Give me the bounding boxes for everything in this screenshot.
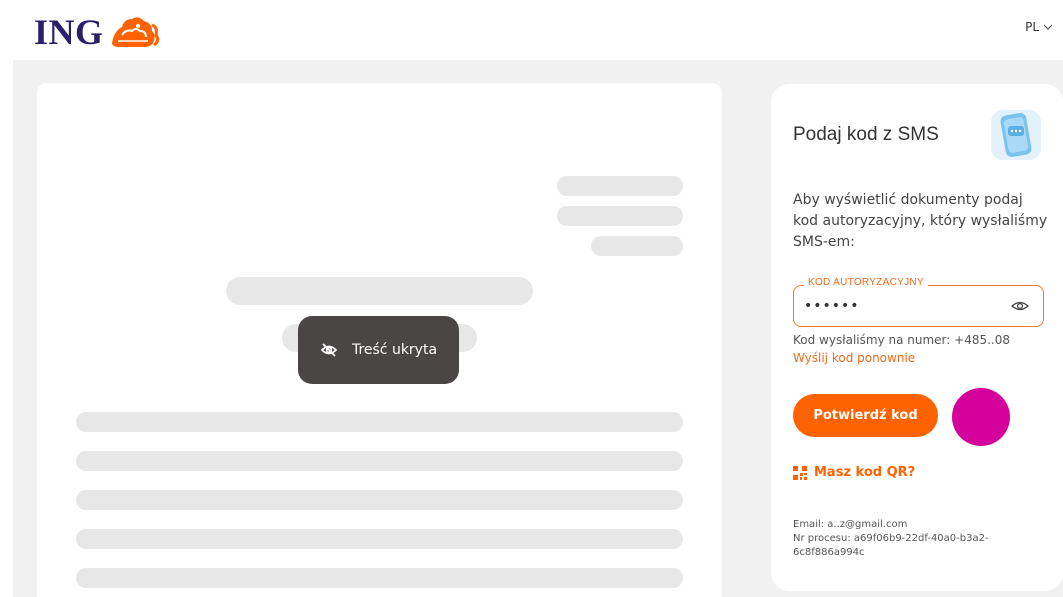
language-selector[interactable]: PL xyxy=(1025,20,1053,34)
show-password-eye-icon[interactable] xyxy=(1011,298,1029,314)
sent-to-number: Kod wysłaliśmy na numer: +485..08 xyxy=(793,333,1010,347)
chevron-down-icon xyxy=(1043,24,1053,30)
top-header: ING PL xyxy=(0,0,1063,60)
sms-code-panel: Podaj kod z SMS Aby wyświetlić dokumenty… xyxy=(771,84,1063,591)
placeholder-line xyxy=(76,451,683,471)
placeholder-line xyxy=(76,529,683,549)
eye-off-icon xyxy=(320,343,338,357)
authorization-code-input[interactable] xyxy=(804,297,994,315)
placeholder-line xyxy=(226,277,533,305)
panel-description: Aby wyświetlić dokumenty podaj kod autor… xyxy=(793,192,1048,250)
qr-code-label: Masz kod QR? xyxy=(814,465,916,480)
confirm-code-button[interactable]: Potwierdź kod xyxy=(793,394,938,437)
resend-code-link[interactable]: Wyślij kod ponownie xyxy=(793,351,915,365)
qr-code-link[interactable]: Masz kod QR? xyxy=(793,465,915,480)
field-label: KOD AUTORYZACYJNY xyxy=(804,277,928,288)
lion-logo-icon xyxy=(111,17,159,47)
language-label: PL xyxy=(1025,20,1039,34)
hidden-content-badge: Treść ukryta xyxy=(298,316,459,384)
process-id: Nr procesu: a69f06b9-22df-40a0-b3a2-6c8f… xyxy=(793,533,989,558)
panel-title: Podaj kod z SMS xyxy=(793,124,939,145)
process-info: Email: a..z@gmail.com Nr procesu: a69f06… xyxy=(793,518,1033,560)
email-info: Email: a..z@gmail.com xyxy=(793,519,908,530)
logo-text: ING xyxy=(34,12,104,52)
placeholder-line xyxy=(557,176,683,196)
magenta-marker xyxy=(952,388,1010,446)
ing-logo[interactable]: ING xyxy=(34,12,160,52)
placeholder-line xyxy=(591,236,683,256)
placeholder-line xyxy=(557,206,683,226)
authorization-code-field[interactable]: KOD AUTORYZACYJNY xyxy=(793,277,1044,327)
placeholder-line xyxy=(76,412,683,432)
placeholder-line xyxy=(76,490,683,510)
qr-code-icon xyxy=(793,465,807,480)
placeholder-line xyxy=(76,568,683,588)
phone-sms-icon xyxy=(991,110,1041,160)
hidden-content-label: Treść ukryta xyxy=(351,342,438,358)
